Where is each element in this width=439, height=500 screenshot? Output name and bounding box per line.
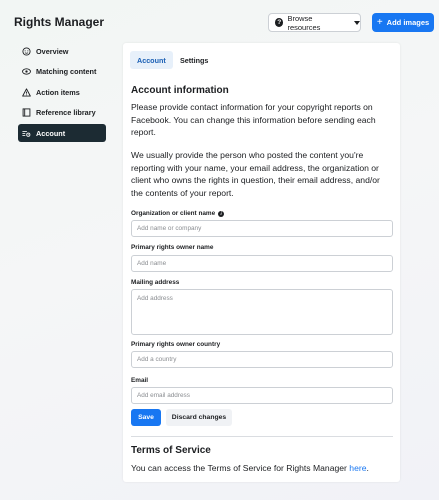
- terms-suffix: .: [366, 463, 369, 473]
- settings-icon: [22, 129, 31, 138]
- terms-text: You can access the Terms of Service for …: [131, 462, 393, 475]
- sidebar-item-label: Account: [36, 128, 66, 138]
- plus-icon: +: [376, 16, 383, 28]
- account-panel: Account Settings Account information Ple…: [123, 43, 400, 482]
- terms-link[interactable]: here: [349, 463, 366, 473]
- alert-icon: [22, 87, 31, 97]
- sidebar-item-account[interactable]: Account: [18, 124, 106, 142]
- browse-resources-label: Browse resources: [287, 13, 321, 32]
- caret-down-icon: [354, 20, 360, 25]
- owner-country-input[interactable]: Add a country: [131, 351, 393, 368]
- sidebar-item-action-items[interactable]: Action items: [18, 83, 106, 101]
- tab-account[interactable]: Account: [130, 51, 173, 69]
- email-label: Email: [131, 377, 149, 384]
- add-images-label: Add images: [386, 18, 430, 27]
- sidebar-item-matching-content[interactable]: Matching content: [18, 63, 106, 81]
- discard-changes-button[interactable]: Discard changes: [166, 409, 232, 426]
- browse-resources-button[interactable]: ? Browse resources: [268, 13, 361, 32]
- info-icon[interactable]: i: [218, 210, 225, 217]
- account-information-heading: Account information: [131, 85, 229, 96]
- terms-heading: Terms of Service: [131, 445, 211, 456]
- mailing-address-label: Mailing address: [131, 279, 180, 286]
- sidebar-item-reference-library[interactable]: Reference library: [18, 104, 106, 122]
- sidebar-item-label: Overview: [36, 46, 69, 56]
- sidebar-item-label: Reference library: [36, 108, 96, 117]
- library-icon: [22, 108, 31, 117]
- owner-country-label: Primary rights owner country: [131, 341, 221, 348]
- save-button[interactable]: Save: [131, 409, 161, 426]
- mailing-address-input[interactable]: Add address: [131, 289, 393, 335]
- sidebar-item-label: Matching content: [36, 67, 97, 76]
- sidebar-item-overview[interactable]: Overview: [18, 42, 106, 60]
- top-bar: Rights Manager ? Browse resources + Add …: [0, 0, 439, 44]
- tab-settings[interactable]: Settings: [173, 51, 215, 69]
- org-name-input[interactable]: Add name or company: [131, 220, 393, 237]
- org-name-label-text: Organization or client name: [131, 210, 216, 217]
- email-input[interactable]: Add email address: [131, 387, 393, 404]
- divider: [131, 436, 393, 437]
- add-images-button[interactable]: + Add images: [372, 13, 434, 32]
- owner-name-input[interactable]: Add name: [131, 255, 393, 272]
- account-intro-text: Please provide contact information for y…: [131, 102, 376, 137]
- terms-text-body: You can access the Terms of Service for …: [131, 463, 350, 473]
- sidebar-item-label: Action items: [36, 87, 80, 97]
- owner-name-label: Primary rights owner name: [131, 244, 214, 251]
- eye-icon: [22, 67, 31, 76]
- sidebar: Overview Matching content Action items R…: [18, 42, 106, 145]
- app-title: Rights Manager: [14, 15, 105, 29]
- overview-icon: [22, 46, 31, 56]
- org-name-label: Organization or client name i: [131, 210, 225, 217]
- account-privacy-text: We usually provide the person who posted…: [131, 150, 380, 198]
- question-icon: ?: [275, 18, 284, 27]
